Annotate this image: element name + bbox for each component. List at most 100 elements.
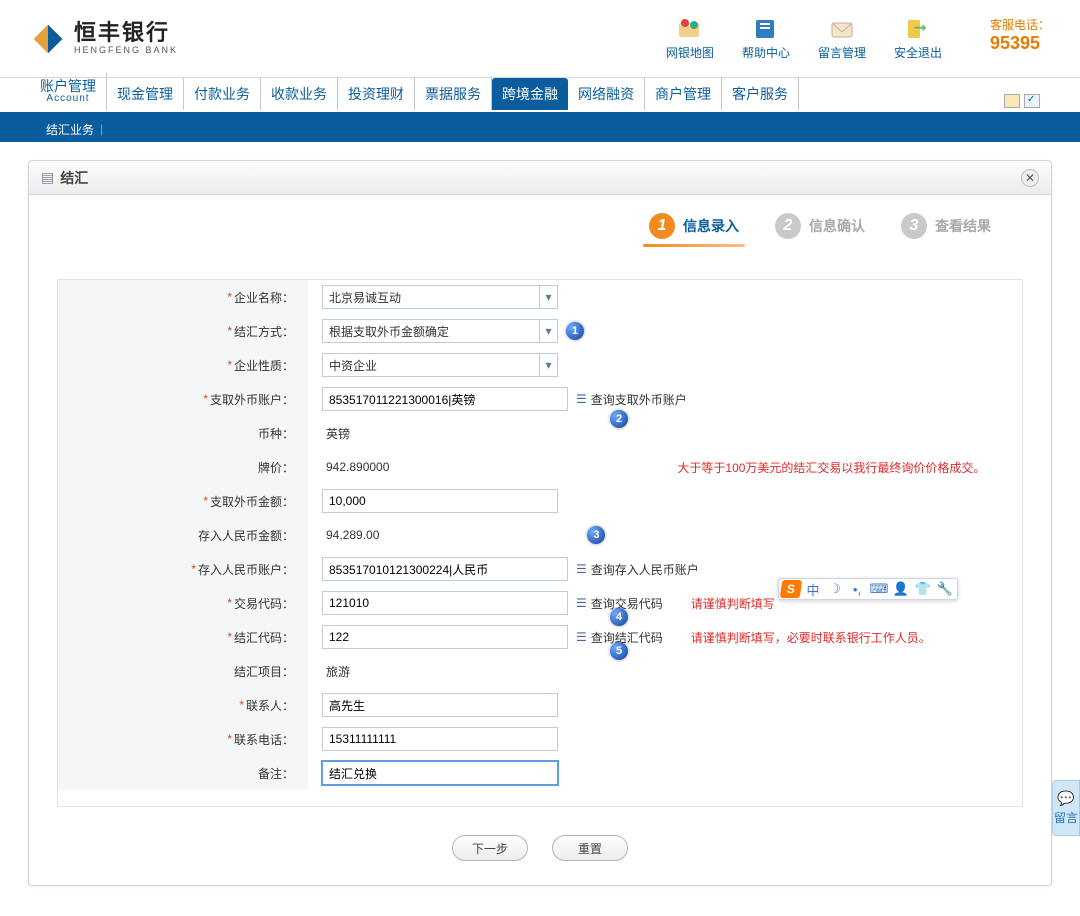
nav-crossborder[interactable]: 跨境金融 [492,78,568,110]
chevron-down-icon: ▾ [539,320,557,342]
step-1: 1 信息录入 [649,213,739,239]
select-company-value: 北京易诚互动 [329,289,401,306]
input-jhcode[interactable] [322,625,568,649]
hotline-number: 95395 [990,33,1050,54]
hint-jhcode: 请谨慎判断填写，必要时联系银行工作人员。 [691,629,931,646]
ime-moon-icon[interactable]: ☽ [825,580,845,598]
topicon-map[interactable]: 网银地图 [666,16,714,61]
main-nav: 账户管理 Account 现金管理 付款业务 收款业务 投资理财 票据服务 跨境… [0,78,1080,116]
label-jhcode: 结汇代码： [234,629,294,646]
value-jhitem: 旅游 [322,663,350,680]
input-contact[interactable] [322,693,558,717]
nav-pay[interactable]: 付款业务 [184,78,261,110]
ime-tool-icon[interactable]: 🔧 [935,580,955,598]
ime-skin-icon[interactable]: 👕 [913,580,933,598]
step-indicator: 1 信息录入 2 信息确认 3 查看结果 [29,195,1051,249]
annotation-3: 3 [587,526,605,544]
brand-logo: 恒丰银行 HENGFENG BANK [30,21,178,57]
input-txcode[interactable] [322,591,568,615]
label-remark: 备注： [258,765,294,782]
step-3-label: 查看结果 [935,216,991,236]
select-method-value: 根据支取外币金额确定 [329,323,449,340]
top-icon-bar: 网银地图 帮助中心 留言管理 安全退出 客服电话： 95395 [666,16,1050,61]
step-1-label: 信息录入 [683,216,739,236]
lookup-rmbaccount[interactable]: ☰查询存入人民币账户 [576,561,699,578]
panel: ▤ 结汇 ✕ 1 信息录入 2 信息确认 3 查看结果 [28,160,1052,886]
topicon-msg[interactable]: 留言管理 [818,16,866,61]
annotation-5: 5 [610,642,628,660]
ime-comma-icon[interactable]: •, [847,580,867,598]
label-rmbamount: 存入人民币金额： [198,527,294,544]
topicon-help[interactable]: 帮助中心 [742,16,790,61]
nav-account[interactable]: 账户管理 Account [30,73,107,110]
value-currency: 英镑 [322,425,350,442]
input-remark[interactable] [322,761,558,785]
topicon-map-label: 网银地图 [666,44,714,61]
label-method: 结汇方式： [234,323,294,340]
lookup-fxaccount[interactable]: ☰ 查询支取外币账户 [576,391,687,408]
nav-customer[interactable]: 客户服务 [722,78,799,110]
ime-logo-icon: S [780,580,803,598]
step-2-num: 2 [775,213,801,239]
nav-cash[interactable]: 现金管理 [107,78,184,110]
select-company[interactable]: 北京易诚互动 ▾ [322,285,558,309]
label-fxamount: 支取外币金额： [210,493,294,510]
step-2-label: 信息确认 [809,216,865,236]
hotline-label: 客服电话： [990,16,1050,33]
subnav-jiehui[interactable]: 结汇业务 [40,121,100,138]
layout-toggle-2[interactable] [1024,94,1040,108]
ime-lang[interactable]: 中 [803,580,823,598]
button-row: 下一步 重置 [29,807,1051,861]
select-nature[interactable]: 中资企业▾ [322,353,558,377]
subnav-sep: | [100,122,103,136]
nav-netloan[interactable]: 网络融资 [568,78,645,110]
feedback-tab[interactable]: 💬 留言 [1052,780,1080,836]
topicon-help-label: 帮助中心 [742,44,790,61]
nav-receive[interactable]: 收款业务 [261,78,338,110]
label-rmbaccount: 存入人民币账户： [198,561,294,578]
brand-name-cn: 恒丰银行 [74,21,178,45]
step-1-num: 1 [649,213,675,239]
ime-keyboard-icon[interactable]: ⌨ [869,580,889,598]
nav-merchant[interactable]: 商户管理 [645,78,722,110]
hint-txcode: 请谨慎判断填写 [691,595,775,612]
help-icon [752,16,780,42]
select-method[interactable]: 根据支取外币金额确定 ▾ [322,319,558,343]
logo-icon [30,21,66,57]
input-phone[interactable] [322,727,558,751]
map-icon [676,16,704,42]
form: *企业名称： 北京易诚互动▾ *结汇方式： 根据支取外币金额确定▾ 1 *企业性… [57,279,1023,807]
chat-icon: 💬 [1057,790,1074,807]
top-bar: 恒丰银行 HENGFENG BANK 网银地图 帮助中心 留言管理 安全退出 客… [0,0,1080,78]
annotation-2: 2 [610,410,628,428]
ime-toolbar[interactable]: S 中 ☽ •, ⌨ 👤 👕 🔧 [778,578,958,600]
list-icon: ☰ [576,392,587,406]
layout-toggle-1[interactable] [1004,94,1020,108]
reset-button[interactable]: 重置 [552,835,628,861]
lookup-fxaccount-label: 查询支取外币账户 [591,391,687,408]
chevron-down-icon: ▾ [539,354,557,376]
panel-close-button[interactable]: ✕ [1021,169,1039,187]
doc-icon: ▤ [41,169,54,186]
value-rmbamount: 94,289.00 [322,528,379,542]
ime-user-icon[interactable]: 👤 [891,580,911,598]
label-txcode: 交易代码： [234,595,294,612]
input-rmbaccount[interactable] [322,557,568,581]
layout-toggles[interactable] [1004,94,1040,112]
logout-icon [904,16,932,42]
next-button[interactable]: 下一步 [452,835,528,861]
label-fxaccount: 支取外币账户： [210,391,294,408]
input-fxamount[interactable] [322,489,558,513]
step-2: 2 信息确认 [775,213,865,239]
input-fxaccount[interactable] [322,387,568,411]
panel-head: ▤ 结汇 ✕ [29,161,1051,195]
list-icon: ☰ [576,562,587,576]
label-company: 企业名称： [234,289,294,306]
label-rate: 牌价： [258,459,294,476]
list-icon: ☰ [576,596,587,610]
chevron-down-icon: ▾ [539,286,557,308]
topicon-logout[interactable]: 安全退出 [894,16,942,61]
nav-invest[interactable]: 投资理财 [338,78,415,110]
label-currency: 币种： [258,425,294,442]
nav-bill[interactable]: 票据服务 [415,78,492,110]
